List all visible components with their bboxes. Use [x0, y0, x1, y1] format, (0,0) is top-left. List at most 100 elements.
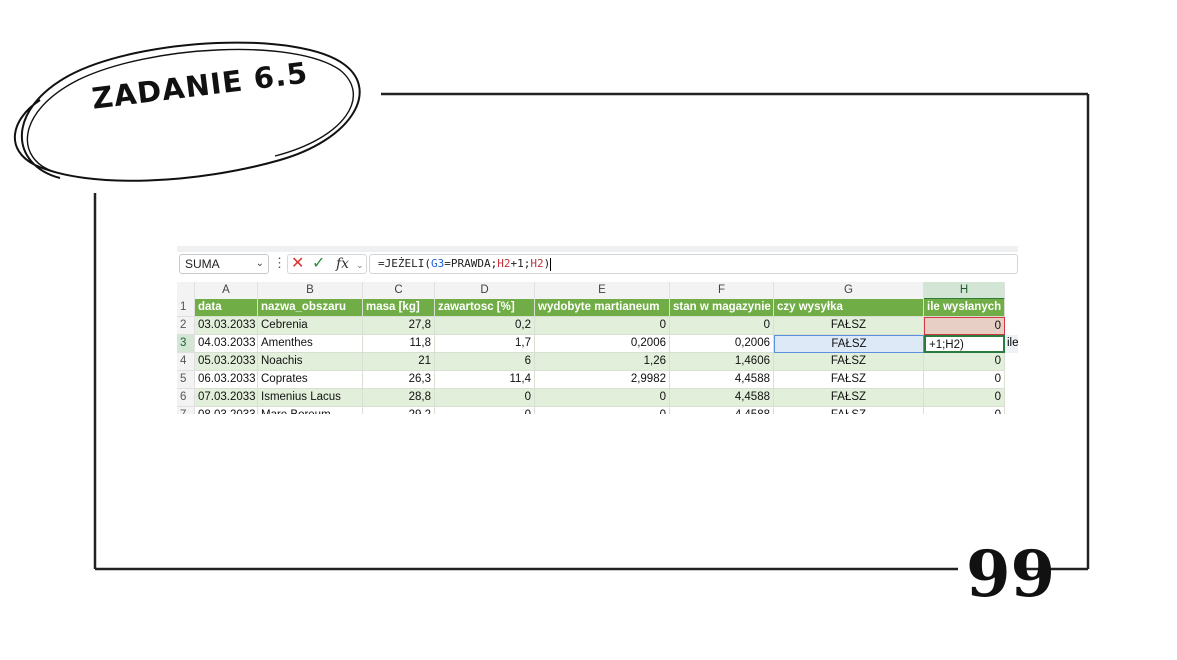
row-number[interactable]: 6: [177, 389, 195, 407]
formula-ref: H2: [497, 257, 511, 270]
table-cell[interactable]: 0: [924, 371, 1005, 389]
table-cell[interactable]: 2,9982: [535, 371, 670, 389]
table-cell[interactable]: 29,2: [363, 407, 435, 414]
table-cell[interactable]: 26,3: [363, 371, 435, 389]
table-cell[interactable]: 27,8: [363, 317, 435, 335]
cancel-icon[interactable]: ✕: [291, 255, 304, 273]
table-cell[interactable]: FAŁSZ: [774, 317, 924, 335]
formula-text: ): [543, 257, 551, 270]
table-cell[interactable]: 1,7: [435, 335, 535, 353]
table-cell[interactable]: +1;H2): [924, 335, 1005, 353]
name-box-value: SUMA: [185, 257, 220, 271]
header-cell[interactable]: stan w magazynie: [670, 299, 774, 317]
header-cell[interactable]: ile wysłanych: [924, 299, 1005, 317]
spreadsheet-screenshot: SUMA ⌄ ⋮ ✕ ✓ fx ⌄ =JEŻELI(G3=PRAWDA;H2+1…: [177, 246, 1018, 414]
formula-text: =PRAWDA;: [444, 257, 498, 270]
header-cell[interactable]: nazwa_obszaru: [258, 299, 363, 317]
table-row: 708.03.2033Mare Boreum29,2004,4588FAŁSZ0: [177, 407, 1005, 414]
header-cell[interactable]: czy wysyłka: [774, 299, 924, 317]
table-cell[interactable]: 28,8: [363, 389, 435, 407]
header-cell[interactable]: data: [195, 299, 258, 317]
chevron-down-icon[interactable]: ⌄: [256, 255, 264, 273]
text-cursor: [550, 257, 552, 271]
table-cell[interactable]: Amenthes: [258, 335, 363, 353]
table-cell[interactable]: FAŁSZ: [774, 407, 924, 414]
formula-buttons: ✕ ✓ fx ⌄: [287, 254, 367, 274]
ribbon-edge: [177, 246, 1018, 252]
header-cell[interactable]: masa [kg]: [363, 299, 435, 317]
table-cell[interactable]: Ismenius Lacus: [258, 389, 363, 407]
column-header-a[interactable]: A: [195, 282, 258, 300]
table-cell[interactable]: 0: [924, 407, 1005, 414]
table-cell[interactable]: Noachis: [258, 353, 363, 371]
table-cell[interactable]: 4,4588: [670, 371, 774, 389]
table-cell[interactable]: 4,4588: [670, 407, 774, 414]
row-number[interactable]: 3: [177, 335, 195, 353]
column-header-g[interactable]: G: [774, 282, 924, 300]
column-header-e[interactable]: E: [535, 282, 670, 300]
column-header-b[interactable]: B: [258, 282, 363, 300]
formula-bar[interactable]: =JEŻELI(G3=PRAWDA;H2+1;H2): [369, 254, 1018, 274]
table-cell[interactable]: 03.03.2033: [195, 317, 258, 335]
row-number[interactable]: 7: [177, 407, 195, 414]
table-cell[interactable]: 06.03.2033: [195, 371, 258, 389]
table-cell[interactable]: 0: [535, 407, 670, 414]
row-number[interactable]: 2: [177, 317, 195, 335]
table-cell[interactable]: FAŁSZ: [774, 371, 924, 389]
table-row: 3 04.03.2033 Amenthes 11,8 1,7 0,2006 0,2006 FA…: [177, 335, 1018, 353]
quote-icon: 99: [966, 537, 1056, 612]
table-cell[interactable]: FAŁSZ: [774, 353, 924, 371]
table-cell[interactable]: 0,2006: [535, 335, 670, 353]
column-header-d[interactable]: D: [435, 282, 535, 300]
header-cell[interactable]: wydobyte martianeum: [535, 299, 670, 317]
table-cell[interactable]: 6: [435, 353, 535, 371]
row-number[interactable]: 5: [177, 371, 195, 389]
header-cell[interactable]: zawartosc [%]: [435, 299, 535, 317]
table-cell[interactable]: 0: [435, 389, 535, 407]
select-all-corner[interactable]: [177, 282, 195, 300]
column-header-f[interactable]: F: [670, 282, 774, 300]
table-cell[interactable]: 0: [924, 317, 1005, 335]
name-box[interactable]: SUMA ⌄: [179, 254, 269, 274]
table-cell[interactable]: 11,4: [435, 371, 535, 389]
table-row: 6 07.03.2033 Ismenius Lacus 28,8 0 0 4,4588 FAŁ…: [177, 389, 1005, 407]
table-cell[interactable]: 0,2006: [670, 335, 774, 353]
column-header-h[interactable]: H: [924, 282, 1005, 300]
table-cell[interactable]: 0: [924, 389, 1005, 407]
table-cell[interactable]: FAŁSZ: [774, 389, 924, 407]
formula-ref: G3: [430, 257, 445, 270]
table-cell[interactable]: Cebrenia: [258, 317, 363, 335]
formula-text: +1;: [510, 257, 531, 270]
table-cell[interactable]: 08.03.2033: [195, 407, 258, 414]
table-cell[interactable]: 21: [363, 353, 435, 371]
table-header-row: 1 data nazwa_obszaru masa [kg] zawartosc [%]…: [177, 299, 1005, 317]
table-cell[interactable]: 05.03.2033: [195, 353, 258, 371]
table-cell[interactable]: 0: [535, 389, 670, 407]
column-header-c[interactable]: C: [363, 282, 435, 300]
table-cell[interactable]: 0,2: [435, 317, 535, 335]
table-cell[interactable]: 4,4588: [670, 389, 774, 407]
row-number[interactable]: 1: [177, 299, 195, 317]
row-number[interactable]: 4: [177, 353, 195, 371]
table-cell[interactable]: 0: [435, 407, 535, 414]
insert-function-icon[interactable]: fx: [336, 255, 349, 273]
table-cell[interactable]: Mare Boreum: [258, 407, 363, 414]
table-cell[interactable]: FAŁSZ: [774, 335, 924, 353]
table-cell[interactable]: 0: [670, 317, 774, 335]
table-cell[interactable]: 1,4606: [670, 353, 774, 371]
chevron-down-icon[interactable]: ⌄: [356, 256, 364, 274]
table-cell[interactable]: 0: [924, 353, 1005, 371]
table-cell[interactable]: 04.03.2033: [195, 335, 258, 353]
table-cell[interactable]: 1,26: [535, 353, 670, 371]
formula-text: =JEŻELI(: [378, 257, 431, 270]
separator-icon: ⋮: [273, 255, 286, 270]
table-row: 5 06.03.2033 Coprates 26,3 11,4 2,9982 4,4588 F…: [177, 371, 1005, 389]
table-cell[interactable]: Coprates: [258, 371, 363, 389]
formula-ref: H2: [530, 257, 544, 270]
table-cell[interactable]: 07.03.2033: [195, 389, 258, 407]
confirm-icon[interactable]: ✓: [312, 255, 325, 273]
column-header-row: ABCDEFGH: [177, 282, 1005, 300]
table-row: 2 03.03.2033 Cebrenia 27,8 0,2 0 0 FAŁSZ 0: [177, 317, 1005, 335]
table-cell[interactable]: 11,8: [363, 335, 435, 353]
table-cell[interactable]: 0: [535, 317, 670, 335]
